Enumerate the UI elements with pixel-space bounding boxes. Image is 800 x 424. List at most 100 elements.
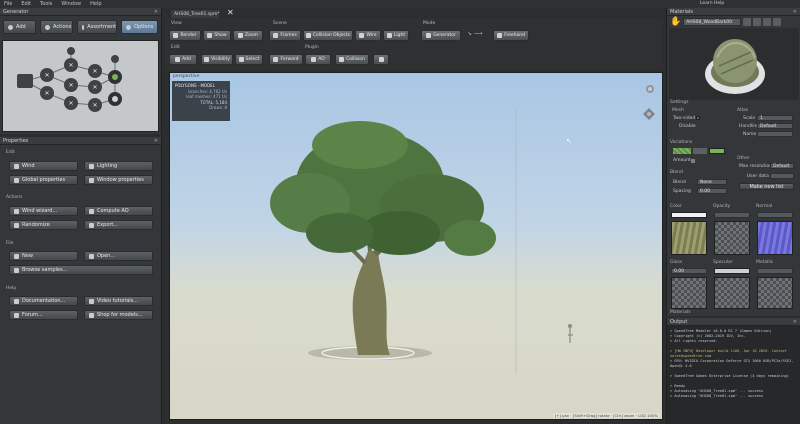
add-button[interactable]: Add [169,54,197,65]
opacity-field[interactable] [714,212,750,218]
wire-button[interactable]: Wire [355,30,381,41]
blend-mode-select[interactable]: None [697,179,727,185]
wind-wizard-button[interactable]: Wind wizard... [9,206,78,216]
node-cap-1[interactable] [67,47,75,55]
scale-field[interactable]: 1 [757,115,793,121]
node-graph[interactable]: ✕ ✕ ✕ ✕ ✕ ✕ ✕ ✕ [3,41,160,133]
browse-samples-button[interactable]: Browse samples... [9,265,153,275]
hand-icon[interactable]: ✋ [670,17,681,27]
show-button[interactable]: Show [203,30,231,41]
node-fronds[interactable] [108,92,122,106]
documentation-button[interactable]: Documentation... [9,296,78,306]
forward-button[interactable]: Forward [269,54,303,65]
specular-swatch[interactable] [714,268,750,274]
menu-help[interactable]: Help [90,1,101,7]
delete-icon[interactable] [773,18,782,26]
ao-label: AO [318,57,325,62]
node-root[interactable] [17,74,33,88]
duplicate-icon[interactable] [763,18,772,26]
close-document-icon[interactable]: ✕ [227,8,234,17]
max-resolution-select[interactable]: Default [770,163,794,169]
generator-mode-button[interactable]: Generator [421,30,461,41]
document-tab[interactable]: AHS08_Tree01.spm* [171,10,220,18]
mode-add-button[interactable]: Add [3,20,37,34]
render-button[interactable]: Render [169,30,201,41]
metallic-field[interactable] [757,268,793,274]
opacity-texture-slot[interactable] [714,221,750,255]
material-preview[interactable] [669,28,799,100]
randomize-button[interactable]: Randomize [9,220,78,230]
menu-tools[interactable]: Tools [40,1,52,7]
compute-ao-button[interactable]: Compute AO [84,206,153,216]
user-data-field[interactable] [770,173,794,179]
output-title-bar: Output ✕ [667,318,800,326]
generator-graph[interactable]: ✕ ✕ ✕ ✕ ✕ ✕ ✕ ✕ [2,40,159,132]
visibility-button[interactable]: Visibility [201,54,233,65]
mode-options-button[interactable]: Options [121,20,158,34]
chat-button[interactable] [373,54,389,65]
menu-edit[interactable]: Edit [21,1,31,7]
wind-label: Wind [22,163,35,169]
zoom-button[interactable]: Zoom [233,30,263,41]
global-properties-button[interactable]: Global properties [9,175,78,185]
node-cap-2[interactable] [111,55,119,63]
mode-add-label: Add [16,24,26,30]
close-icon[interactable]: ✕ [793,319,797,325]
spacing-field[interactable]: 0.00 [697,188,727,194]
open-button[interactable]: Open... [84,251,153,261]
export-button[interactable]: Export... [84,220,153,230]
mode-actions-button[interactable]: Actions [40,20,74,34]
light-button[interactable]: Light [383,30,409,41]
lighting-button[interactable]: Lighting [84,161,153,171]
close-icon[interactable]: ✕ [154,9,158,15]
make-new-list-label: Make new list [749,183,784,190]
add-material-icon[interactable] [753,18,762,26]
frames-label: Frames [280,33,297,38]
forum-button[interactable]: Forum... [9,310,78,320]
handling-select[interactable]: Default [757,123,793,129]
make-new-list-button[interactable]: Make new list [739,183,794,190]
menu-file[interactable]: File [4,1,12,7]
color-texture-slot[interactable] [671,221,707,255]
shop-button[interactable]: Shop for models... [84,310,153,320]
viewport[interactable]: perspective POLYGONS - MODEL branches: 4… [169,72,663,420]
variation-swatch-1[interactable] [673,148,691,154]
amount-label: Amount [673,158,691,163]
metallic-label: Metallic [756,260,774,265]
amount-slider[interactable] [691,159,695,163]
specular-texture-slot[interactable] [714,277,750,309]
wind-button[interactable]: Wind [9,161,78,171]
color-swatch[interactable] [671,212,707,218]
freehand-mode-button[interactable]: Freehand [493,30,529,41]
collision-button[interactable]: Collision [335,54,369,65]
metallic-texture-slot[interactable] [757,277,793,309]
gloss-field[interactable]: 0.00 [671,268,707,274]
add-label: Add [182,57,191,62]
two-sided-checkbox[interactable] [696,116,700,120]
wizard-icon [14,208,19,214]
frames-button[interactable]: Frames [269,30,301,41]
name-field[interactable] [757,131,793,137]
window-properties-button[interactable]: Window properties [84,175,153,185]
close-icon[interactable]: ✕ [154,138,158,144]
node-leaves[interactable] [108,70,122,84]
normal-texture-slot[interactable] [757,221,793,255]
select-button[interactable]: Select [235,54,263,65]
gloss-texture-slot[interactable] [671,277,707,309]
variation-swatch-2[interactable] [693,148,707,154]
video-tutorials-button[interactable]: Video tutorials... [84,296,153,306]
node-branch-4-glyph: ✕ [68,100,73,107]
material-select[interactable]: AHS08_WoodBark00 [683,18,742,26]
output-log[interactable]: > SpeedTree Modeler v8.0.0 RC 7 (Games E… [667,326,800,399]
variation-swatch-3[interactable] [709,148,725,154]
collision-objects-button[interactable]: Collision Objects [303,30,353,41]
close-icon[interactable]: ✕ [793,9,797,15]
menu-window[interactable]: Window [61,1,81,7]
learn-help-link[interactable]: Learn Help [700,1,724,6]
search-icon[interactable] [743,18,752,26]
normal-field[interactable] [757,212,793,218]
mode-assortment-button[interactable]: Assortment [77,20,118,34]
collision-icon [339,57,345,62]
new-button[interactable]: New [9,251,78,261]
ao-button[interactable]: AO [305,54,331,65]
